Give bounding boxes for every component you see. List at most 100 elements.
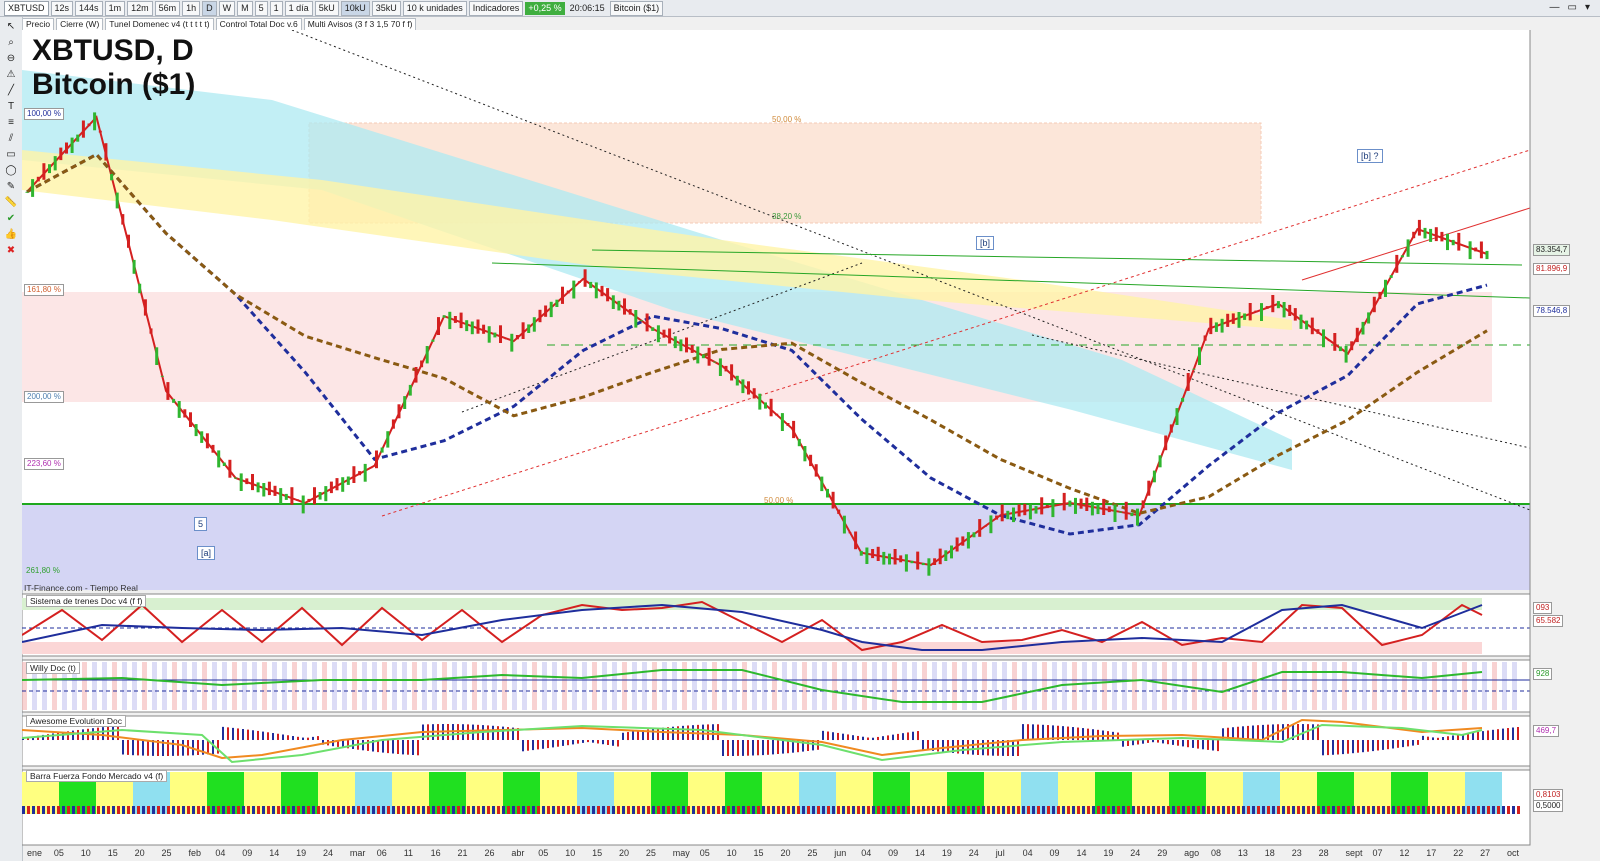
x-tick-label: 10: [565, 848, 575, 858]
ruler-icon[interactable]: 📏: [4, 197, 18, 209]
interval-w[interactable]: W: [218, 0, 236, 16]
strength-bar: [312, 806, 315, 814]
candle: [352, 466, 356, 483]
pencil-icon[interactable]: ✎: [4, 181, 18, 193]
candle: [284, 493, 288, 500]
wave-label[interactable]: [b]: [976, 236, 995, 250]
willy-bar: [1452, 662, 1457, 710]
x-tick-label: 07: [1373, 848, 1383, 858]
channel-icon[interactable]: ⫽: [4, 133, 18, 145]
candle: [369, 467, 373, 469]
willy-bar: [1192, 662, 1197, 710]
cursor-icon[interactable]: ↖: [4, 21, 18, 33]
ao-bar: [877, 736, 879, 741]
ao-bar: [782, 740, 784, 754]
pane-title-awesome[interactable]: Awesome Evolution Doc: [26, 715, 126, 727]
pane-title-willy[interactable]: Willy Doc (t): [26, 662, 80, 674]
indicator-tag[interactable]: Cierre (W): [56, 17, 104, 31]
strength-bar: [897, 806, 900, 814]
interval-d[interactable]: D: [202, 0, 217, 16]
wave-label[interactable]: [b] ?: [1357, 149, 1383, 163]
willy-bar: [852, 662, 857, 710]
candle: [747, 381, 750, 395]
ao-bar: [627, 732, 629, 741]
willy-bar: [1392, 662, 1397, 710]
symbol-select[interactable]: XBTUSD: [4, 0, 49, 16]
interval-12m[interactable]: 12m: [127, 0, 153, 16]
unit-10ku[interactable]: 10kU: [340, 0, 370, 16]
delete-icon[interactable]: ✖: [4, 245, 18, 257]
ao-bar: [607, 740, 609, 745]
interval-1[interactable]: 1: [269, 0, 283, 16]
zoom-out-icon[interactable]: ⊖: [4, 53, 18, 65]
interval-56m[interactable]: 56m: [154, 0, 181, 16]
ao-bar: [1337, 740, 1339, 755]
strength-bar: [352, 806, 355, 814]
dropdown-icon[interactable]: ▾: [1585, 2, 1590, 13]
period-select[interactable]: 1 día: [284, 0, 313, 16]
willy-bar: [592, 662, 597, 710]
candle: [1479, 241, 1483, 259]
candle: [1271, 295, 1275, 313]
strength-bar: [667, 806, 670, 814]
indicator-tag[interactable]: Precio: [22, 17, 55, 31]
chart-area[interactable]: 100.00095.00090.00085.00080.00075.00070.…: [22, 30, 1532, 861]
rectangle-icon[interactable]: ▭: [4, 149, 18, 161]
indicator-tag[interactable]: Control Total Doc v.6: [215, 17, 302, 31]
x-tick-label: 11: [404, 848, 413, 858]
thumb-up-icon[interactable]: 👍: [4, 229, 18, 241]
zoom-icon[interactable]: ⌕: [4, 37, 18, 49]
indicator-tag[interactable]: Tunel Domenec v4 (t t t t t): [105, 17, 214, 31]
strength-bar: [167, 806, 170, 814]
ao-bar: [1397, 740, 1399, 748]
ao-bar: [1327, 740, 1329, 756]
ao-bar: [827, 731, 829, 741]
ao-bar: [867, 737, 869, 740]
strength-bar: [607, 806, 610, 814]
willy-bar: [222, 662, 227, 710]
wave-label[interactable]: [a]: [197, 546, 216, 560]
interval-12s[interactable]: 12s: [50, 0, 74, 16]
line-icon[interactable]: ╱: [4, 85, 18, 97]
unit-5ku[interactable]: 5kU: [314, 0, 339, 16]
text-icon[interactable]: T: [4, 101, 18, 113]
minimize-icon[interactable]: —: [1550, 2, 1560, 13]
interval-1m[interactable]: 1m: [104, 0, 126, 16]
indicators-button[interactable]: Indicadores: [468, 0, 524, 16]
interval-1h[interactable]: 1h: [182, 0, 201, 16]
x-tick-label: 29: [1157, 848, 1167, 858]
pane-title-barra[interactable]: Barra Fuerza Fondo Mercado v4 (f): [26, 770, 168, 782]
ellipse-icon[interactable]: ◯: [4, 165, 18, 177]
check-icon[interactable]: ✔: [4, 213, 18, 225]
ao-bar: [1332, 740, 1334, 755]
pane-title-trains[interactable]: Sistema de trenes Doc v4 (f f): [26, 595, 147, 607]
unit-35ku[interactable]: 35kU: [371, 0, 401, 16]
strength-bar: [587, 806, 590, 814]
strength-bar: [792, 806, 795, 814]
strength-bar: [677, 806, 680, 814]
candle: [1265, 306, 1269, 309]
fibonacci-icon[interactable]: ≡: [4, 117, 18, 129]
indicator-tag[interactable]: Multi Avisos (3 f 3 1,5 70 f f): [303, 17, 417, 31]
ao-bar: [822, 730, 824, 740]
candle: [1237, 312, 1241, 328]
alert-icon[interactable]: ⚠: [4, 69, 18, 81]
interval-5[interactable]: 5: [254, 0, 268, 16]
unit-select[interactable]: 10 k unidades: [402, 0, 467, 16]
interval-m[interactable]: M: [237, 0, 253, 16]
strength-bar: [1407, 806, 1410, 814]
candle: [391, 419, 395, 429]
interval-144s[interactable]: 144s: [75, 0, 103, 16]
ao-bar: [1417, 740, 1419, 745]
candle: [730, 364, 734, 381]
strength-bar: [332, 806, 335, 814]
ao-bar: [1147, 740, 1149, 743]
ao-bar: [562, 740, 564, 746]
maximize-icon[interactable]: ▭: [1568, 2, 1577, 13]
ao-bar: [857, 735, 859, 741]
strength-bar: [562, 806, 565, 814]
ao-bar: [1037, 724, 1039, 740]
strength-bar: [227, 806, 230, 814]
wave-label[interactable]: 5: [194, 517, 208, 531]
strength-bar: [177, 806, 180, 814]
